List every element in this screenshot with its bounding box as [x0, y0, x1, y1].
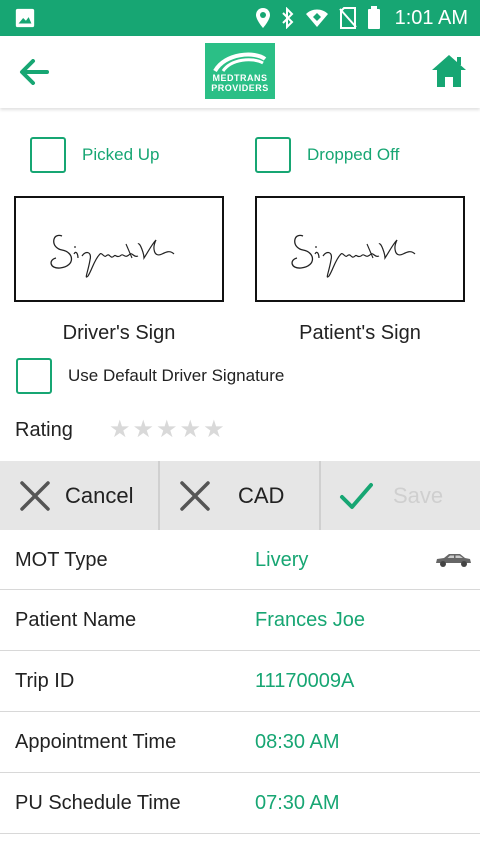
info-row-trip-id: Trip ID 11170009A [0, 651, 480, 712]
cad-label: CAD [238, 483, 285, 508]
logo-arc-icon [213, 52, 267, 73]
home-button[interactable] [428, 50, 470, 92]
status-icons: 1:01 AM [255, 0, 468, 36]
use-default-signature-label: Use Default Driver Signature [68, 366, 285, 385]
dropped-off-checkbox[interactable] [255, 137, 291, 173]
star-icon[interactable]: ★ [133, 418, 155, 442]
star-icon[interactable]: ★ [109, 418, 131, 442]
picked-up-checkbox[interactable] [30, 137, 66, 173]
car-icon [436, 554, 471, 567]
pickup-dropoff-row: Picked Up Dropped Off [0, 137, 480, 175]
dropped-off-label: Dropped Off [307, 145, 400, 164]
pu-schedule-time-key: PU Schedule Time [15, 792, 181, 814]
rating-stars[interactable]: ★ ★ ★ ★ ★ [109, 418, 225, 442]
driver-signature-image [50, 234, 175, 278]
home-icon [432, 55, 466, 87]
save-button[interactable]: Save [321, 461, 480, 530]
wifi-icon [305, 9, 328, 27]
cancel-label: Cancel [65, 483, 134, 508]
location-icon [255, 8, 270, 28]
battery-icon [367, 6, 380, 29]
bluetooth-icon [281, 7, 294, 29]
cad-button[interactable]: CAD [160, 461, 321, 530]
info-row-appointment-time: Appointment Time 08:30 AM [0, 712, 480, 773]
trip-id-value: 11170009A [255, 670, 355, 692]
use-default-signature-checkbox[interactable] [16, 358, 52, 394]
patient-sign-label: Patient's Sign [299, 322, 421, 344]
use-default-signature-option[interactable]: Use Default Driver Signature [16, 358, 284, 394]
dropped-off-option[interactable]: Dropped Off [255, 137, 399, 173]
no-sim-icon [338, 7, 357, 29]
rating-row: Rating ★ ★ ★ ★ ★ [15, 418, 225, 442]
back-arrow-icon [20, 59, 49, 85]
close-icon [20, 481, 50, 511]
driver-sign-label: Driver's Sign [62, 322, 176, 344]
save-label: Save [393, 483, 444, 508]
status-bar: 1:01 AM [0, 0, 480, 36]
info-row-pu-schedule-time: PU Schedule Time 07:30 AM [0, 773, 480, 834]
appointment-time-key: Appointment Time [15, 731, 177, 753]
logo-text-line2: PROVIDERS [211, 83, 269, 93]
patient-name-value: Frances Joe [255, 609, 366, 631]
close-icon [180, 481, 210, 511]
trip-id-key: Trip ID [15, 670, 75, 692]
image-icon [15, 8, 35, 28]
star-icon[interactable]: ★ [203, 418, 225, 442]
cancel-button[interactable]: Cancel [0, 461, 160, 530]
patient-signature-image [291, 234, 416, 278]
rating-label: Rating [15, 418, 73, 441]
star-icon[interactable]: ★ [180, 418, 202, 442]
logo-text-line1: MEDTRANS [212, 73, 268, 83]
patient-signature-pad[interactable] [255, 196, 465, 302]
appointment-time-value: 08:30 AM [255, 731, 340, 753]
picked-up-label: Picked Up [82, 145, 160, 164]
back-button[interactable] [14, 52, 54, 92]
app-header: MEDTRANS PROVIDERS [0, 36, 480, 108]
trip-info-list: MOT Type Livery Patient Name Frances Joe… [0, 530, 480, 834]
star-icon[interactable]: ★ [156, 418, 178, 442]
pu-schedule-time-value: 07:30 AM [255, 792, 340, 814]
patient-name-key: Patient Name [15, 609, 137, 631]
checkmark-icon [340, 483, 373, 509]
action-bar: Cancel CAD Save [0, 461, 480, 530]
info-row-mot-type: MOT Type Livery [0, 530, 480, 590]
info-row-patient-name: Patient Name Frances Joe [0, 590, 480, 651]
mot-type-key: MOT Type [15, 549, 108, 571]
mot-type-value: Livery [255, 549, 309, 571]
driver-signature-pad[interactable] [14, 196, 224, 302]
status-time: 1:01 AM [394, 6, 468, 29]
picked-up-option[interactable]: Picked Up [30, 137, 159, 173]
medtrans-logo: MEDTRANS PROVIDERS [205, 43, 275, 99]
